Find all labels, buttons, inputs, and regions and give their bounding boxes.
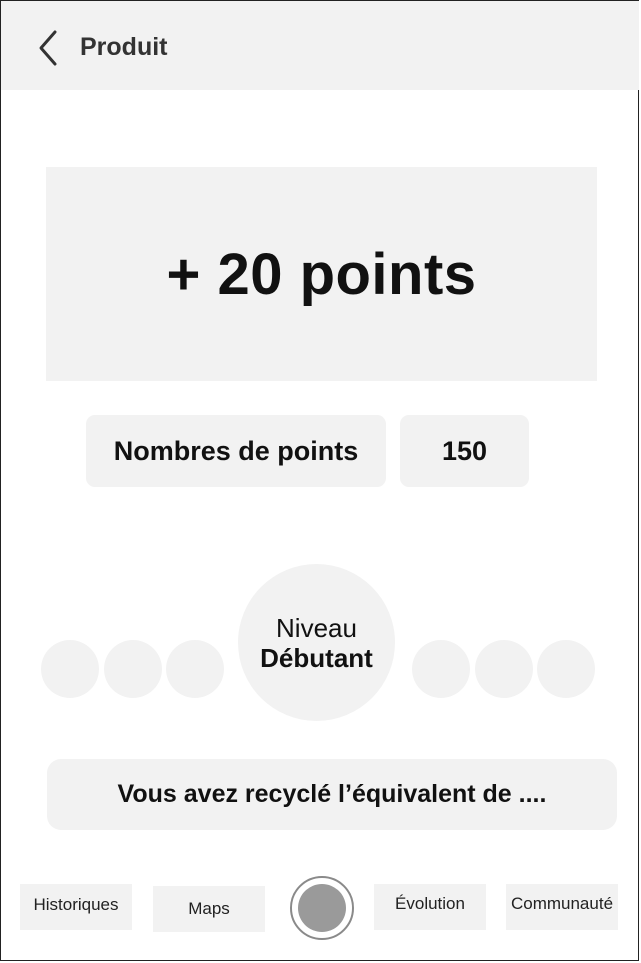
level-dot xyxy=(475,640,533,698)
back-button[interactable] xyxy=(29,27,69,69)
points-total-value: 150 xyxy=(400,415,529,487)
nav-evolution-button[interactable]: Évolution xyxy=(374,884,486,930)
level-dot xyxy=(41,640,99,698)
level-name: Débutant xyxy=(260,642,373,673)
capture-button-icon xyxy=(298,884,346,932)
level-badge: Niveau Débutant xyxy=(238,564,395,721)
level-dot xyxy=(537,640,595,698)
points-total-label: Nombres de points xyxy=(86,415,386,487)
points-gain-card: + 20 points xyxy=(46,167,597,381)
level-dot xyxy=(166,640,224,698)
nav-community-button[interactable]: Communauté xyxy=(506,884,618,930)
nav-history-button[interactable]: Historiques xyxy=(20,884,132,930)
nav-maps-button[interactable]: Maps xyxy=(153,886,265,932)
capture-button[interactable] xyxy=(290,876,354,940)
points-gain-text: + 20 points xyxy=(166,241,477,307)
recycle-summary: Vous avez recyclé l’équivalent de .... xyxy=(47,759,617,830)
level-caption: Niveau xyxy=(276,612,357,643)
recycle-message: Vous avez recyclé l’équivalent de .... xyxy=(117,780,547,808)
level-dot xyxy=(412,640,470,698)
chevron-left-icon xyxy=(39,30,57,66)
level-dot xyxy=(104,640,162,698)
top-bar: Produit xyxy=(1,1,639,90)
page-title: Produit xyxy=(80,33,168,61)
